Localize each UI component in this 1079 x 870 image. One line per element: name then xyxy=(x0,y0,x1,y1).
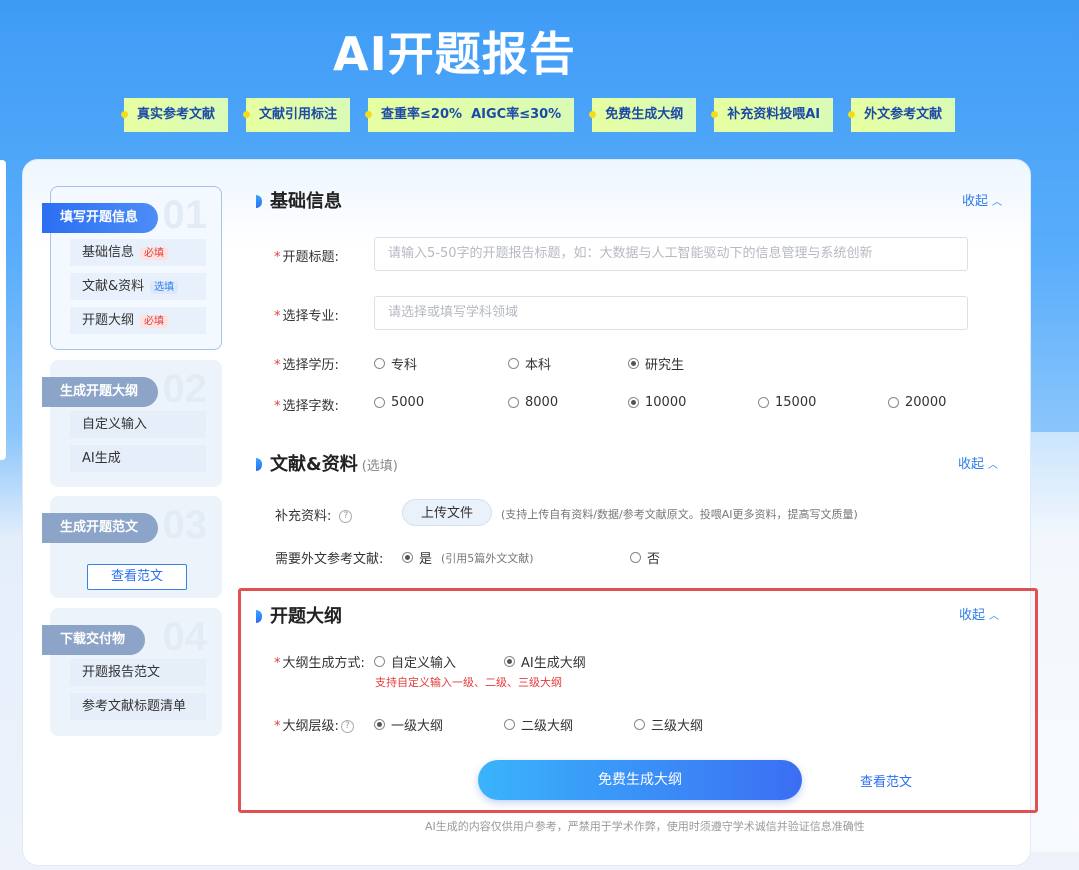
step-fill-info: 01 填写开题信息 基础信息 必填 文献&资料 选填 开题大纲 必填 xyxy=(42,186,222,350)
required-badge: 必填 xyxy=(140,315,169,328)
feature-tag: 免费生成大纲 xyxy=(589,98,697,132)
step-tab[interactable]: 填写开题信息 xyxy=(42,203,159,233)
step-number: 01 xyxy=(162,193,208,237)
section-outline-header: 开题大纲 xyxy=(256,602,342,628)
sidebar-item-custom-input[interactable]: 自定义输入 xyxy=(70,411,206,438)
main-card: 01 填写开题信息 基础信息 必填 文献&资料 选填 开题大纲 必填 02 生成开题大… xyxy=(22,159,1038,866)
words-label: * 选择字数: xyxy=(274,399,339,414)
outline-method-radio-ai[interactable]: AI生成大纲 xyxy=(504,652,586,671)
degree-radio-graduate[interactable]: 研究生 xyxy=(628,354,684,373)
step-number: 04 xyxy=(162,615,208,659)
collapse-label: 收起 xyxy=(959,608,986,623)
feature-tag: 补充资料投喂AI xyxy=(711,98,834,132)
words-radio-8000[interactable]: 8000 xyxy=(508,395,558,410)
words-radio-15000[interactable]: 15000 xyxy=(758,395,816,410)
step-tab[interactable]: 下载交付物 xyxy=(42,625,146,655)
sidebar-item-literature[interactable]: 文献&资料 选填 xyxy=(70,273,206,300)
outline-level-label: * 大纲层级:? xyxy=(274,715,354,734)
collapse-literature-button[interactable]: 收起 ︿ xyxy=(958,453,998,472)
sidebar-item-ai-generate[interactable]: AI生成 xyxy=(70,445,206,472)
feature-tag: 文献引用标注 xyxy=(243,98,351,132)
upload-hint: (支持上传自有资料/数据/参考文献原文。投喂AI更多资料，提高写文质量) xyxy=(501,508,858,521)
section-marker-icon xyxy=(256,195,262,208)
degree-radio-associate[interactable]: 专科 xyxy=(374,354,417,373)
section-title: 文献&资料 xyxy=(270,454,358,475)
sidebar-item-label: 文献&资料 xyxy=(82,279,145,294)
topic-input[interactable]: 请输入5-50字的开题报告标题，如：大数据与人工智能驱动下的信息管理与系统创新 xyxy=(374,237,968,271)
sidebar-item-label: 开题大纲 xyxy=(82,313,135,328)
step-generate-sample: 03 生成开题范文 查看范文 xyxy=(42,496,222,598)
sidebar-item-outline[interactable]: 开题大纲 必填 xyxy=(70,307,206,334)
chevron-up-icon: ︿ xyxy=(992,197,1003,208)
outline-method-radio-custom[interactable]: 自定义输入 xyxy=(374,652,456,671)
section-subtitle: (选填) xyxy=(361,459,398,474)
page-title: AI开题报告 xyxy=(333,27,576,81)
degree-radio-bachelor[interactable]: 本科 xyxy=(508,354,551,373)
words-radio-20000[interactable]: 20000 xyxy=(888,395,946,410)
degree-label: * 选择学历: xyxy=(274,358,339,373)
words-radio-5000[interactable]: 5000 xyxy=(374,395,424,410)
major-input[interactable]: 请选择或填写学科领域 xyxy=(374,296,968,330)
foreign-ref-radio-no[interactable]: 否 xyxy=(630,548,660,567)
section-marker-icon xyxy=(256,458,262,471)
foreign-ref-radio-yes[interactable]: 是 xyxy=(402,548,432,567)
step-download: 04 下载交付物 开题报告范文 参考文献标题清单 xyxy=(42,608,222,736)
chevron-up-icon: ︿ xyxy=(989,611,1000,622)
sidebar-item-report-sample[interactable]: 开题报告范文 xyxy=(70,659,206,686)
generate-outline-button[interactable]: 免费生成大纲 xyxy=(478,760,802,800)
section-marker-icon xyxy=(256,610,262,623)
feature-tag: 外文参考文献 xyxy=(848,98,956,132)
topic-label: * 开题标题: xyxy=(274,250,339,265)
disclaimer-text: AI生成的内容仅供用户参考，严禁用于学术作弊，使用时须遵守学术诚信并验证信息准确… xyxy=(425,820,865,833)
required-badge: 必填 xyxy=(140,247,169,260)
view-sample-button[interactable]: 查看范文 xyxy=(87,564,187,590)
section-title: 开题大纲 xyxy=(270,606,342,627)
step-number: 02 xyxy=(162,367,208,411)
feature-tag: 查重率≤20% AIGC率≤30% xyxy=(365,98,575,132)
collapse-label: 收起 xyxy=(958,457,985,472)
section-title: 基础信息 xyxy=(270,191,342,212)
section-basic-info-header: 基础信息 xyxy=(256,187,342,213)
collapse-label: 收起 xyxy=(962,194,989,209)
collapse-basic-button[interactable]: 收起 ︿ xyxy=(962,190,1002,209)
left-edge-panel xyxy=(0,160,6,460)
step-tab[interactable]: 生成开题范文 xyxy=(42,513,159,543)
optional-badge: 选填 xyxy=(150,281,179,294)
right-edge-panel xyxy=(1031,432,1079,852)
step-number: 03 xyxy=(162,503,208,547)
outline-level-radio-3[interactable]: 三级大纲 xyxy=(634,715,703,734)
outline-level-radio-1[interactable]: 一级大纲 xyxy=(374,715,443,734)
sidebar-item-label: 基础信息 xyxy=(82,245,135,260)
chevron-up-icon: ︿ xyxy=(988,460,999,471)
step-generate-outline: 02 生成开题大纲 自定义输入 AI生成 xyxy=(42,360,222,487)
supplement-label: 补充资料:? xyxy=(275,505,353,524)
collapse-outline-button[interactable]: 收起 ︿ xyxy=(959,604,999,623)
sidebar-item-basic-info[interactable]: 基础信息 必填 xyxy=(70,239,206,266)
sidebar-item-reference-list[interactable]: 参考文献标题清单 xyxy=(70,693,206,720)
foreign-ref-hint: (引用5篇外文文献) xyxy=(441,552,534,565)
upload-file-button[interactable]: 上传文件 xyxy=(402,499,492,526)
step-tab[interactable]: 生成开题大纲 xyxy=(42,377,159,407)
help-icon[interactable]: ? xyxy=(340,720,354,733)
help-icon[interactable]: ? xyxy=(339,510,353,523)
words-radio-10000[interactable]: 10000 xyxy=(628,395,686,410)
outline-method-note: 支持自定义输入一级、二级、三级大纲 xyxy=(375,676,562,689)
outline-level-radio-2[interactable]: 二级大纲 xyxy=(504,715,573,734)
feature-tag: 真实参考文献 xyxy=(120,98,229,132)
view-sample-link[interactable]: 查看范文 xyxy=(860,771,912,790)
outline-method-label: * 大纲生成方式: xyxy=(274,656,365,671)
major-label: * 选择专业: xyxy=(274,309,339,324)
foreign-ref-label: 需要外文参考文献: xyxy=(275,552,384,567)
section-literature-header: 文献&资料 (选填) xyxy=(256,450,398,476)
feature-tags: 真实参考文献 文献引用标注 查重率≤20% AIGC率≤30% 免费生成大纲 补… xyxy=(120,98,956,132)
